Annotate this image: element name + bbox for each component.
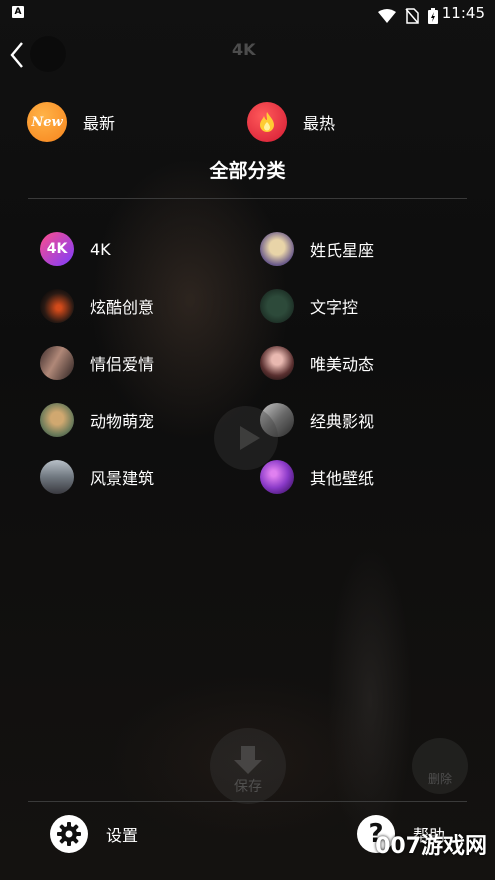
save-label: 保存 xyxy=(234,779,262,795)
text-thumb-icon xyxy=(260,289,294,323)
quick-newest[interactable]: New 最新 xyxy=(27,102,115,142)
quick-newest-label: 最新 xyxy=(83,114,116,133)
category-4k[interactable]: 4K 4K xyxy=(40,232,111,266)
page-title: 4K xyxy=(232,40,256,59)
gear-icon xyxy=(50,815,88,853)
4k-icon: 4K xyxy=(40,232,74,266)
settings-label: 设置 xyxy=(106,826,139,845)
status-icons xyxy=(378,5,442,24)
quick-hottest[interactable]: 最热 xyxy=(247,102,335,142)
creative-thumb-icon xyxy=(40,289,74,323)
category-scenery-architecture[interactable]: 风景建筑 xyxy=(40,460,154,494)
aesthetic-thumb-icon xyxy=(260,346,294,380)
category-cool-creative[interactable]: 炫酷创意 xyxy=(40,289,154,323)
category-label: 文字控 xyxy=(310,298,359,317)
scenery-thumb-icon xyxy=(40,460,74,494)
status-bar: A 11:45 xyxy=(0,0,495,28)
chevron-left-icon xyxy=(10,42,23,68)
delete-label: 删除 xyxy=(427,772,452,786)
delete-button[interactable]: 删除 xyxy=(412,738,468,794)
category-label: 4K xyxy=(90,239,111,259)
4k-badge: 4K xyxy=(46,241,68,257)
wifi-icon xyxy=(378,8,396,23)
divider-top xyxy=(28,198,467,199)
menu-icon[interactable] xyxy=(30,36,66,72)
watermark-logo: 007游戏网 xyxy=(375,834,487,859)
quick-hottest-label: 最热 xyxy=(303,114,336,133)
play-icon xyxy=(214,406,278,470)
category-animals-pets[interactable]: 动物萌宠 xyxy=(40,403,154,437)
status-time: 11:45 xyxy=(441,4,485,22)
battery-charging-icon xyxy=(428,7,439,24)
back-button[interactable] xyxy=(6,40,32,70)
save-button[interactable]: 保存 xyxy=(210,728,286,804)
category-text[interactable]: 文字控 xyxy=(260,289,358,323)
category-label: 姓氏星座 xyxy=(310,241,375,260)
new-badge: New xyxy=(31,114,63,130)
category-label: 动物萌宠 xyxy=(90,412,155,431)
section-title: 全部分类 xyxy=(209,160,286,182)
couple-thumb-icon xyxy=(40,346,74,380)
category-label: 其他壁纸 xyxy=(310,469,375,488)
category-label: 炫酷创意 xyxy=(90,298,155,317)
category-couple-love[interactable]: 情侣爱情 xyxy=(40,346,154,380)
divider-bottom xyxy=(28,801,467,802)
category-label: 唯美动态 xyxy=(310,355,375,374)
new-icon: New xyxy=(27,102,67,142)
app-notification-icon: A xyxy=(12,6,24,18)
animals-thumb-icon xyxy=(40,403,74,437)
flame-icon xyxy=(247,102,287,142)
zodiac-thumb-icon xyxy=(260,232,294,266)
category-aesthetic-dynamic[interactable]: 唯美动态 xyxy=(260,346,374,380)
settings-button[interactable]: 设置 xyxy=(50,815,138,853)
category-surname-zodiac[interactable]: 姓氏星座 xyxy=(260,232,374,266)
category-label: 经典影视 xyxy=(310,412,375,431)
no-sim-icon xyxy=(405,7,419,24)
category-label: 风景建筑 xyxy=(90,469,155,488)
category-label: 情侣爱情 xyxy=(90,355,155,374)
